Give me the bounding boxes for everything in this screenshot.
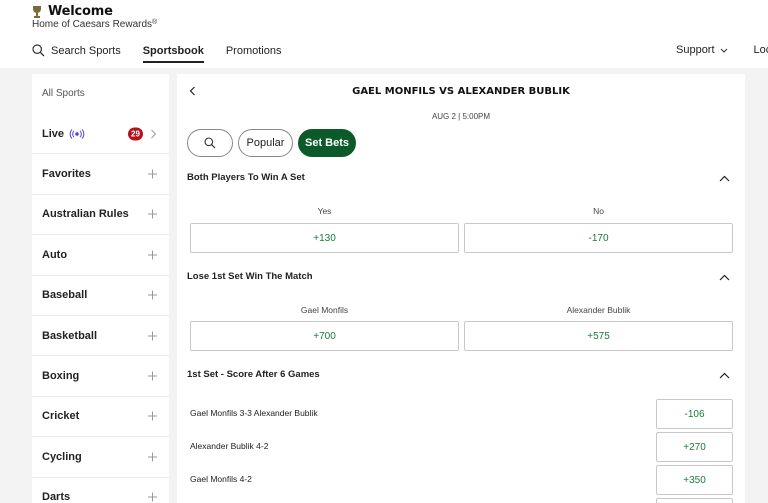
sidebar-item-australian-rules[interactable]: Australian Rules	[32, 195, 169, 236]
nav-search-sports[interactable]: Search Sports	[32, 44, 121, 60]
col-label-no: No	[593, 206, 604, 216]
score-row-label: Alexander Bublik 4-2	[190, 441, 269, 451]
sidebar-item-label: Auto	[42, 248, 68, 261]
trophy-icon	[33, 5, 41, 18]
market-title-first-set-score[interactable]: 1st Set - Score After 6 Games	[187, 369, 320, 380]
nav-promotions[interactable]: Promotions	[226, 45, 282, 60]
score-odds-button[interactable]: +350	[656, 465, 733, 495]
plus-icon	[148, 331, 157, 341]
match-title: GAEL MONFILS VS ALEXANDER BUBLIK	[352, 86, 570, 97]
col-label-yes: Yes	[317, 206, 332, 216]
chevron-up-icon[interactable]	[719, 274, 730, 281]
plus-icon	[148, 371, 157, 381]
search-icon	[32, 44, 45, 57]
score-odds-button-partial[interactable]	[656, 498, 733, 503]
sidebar-item-auto[interactable]: Auto	[32, 235, 169, 276]
plus-icon	[148, 250, 157, 260]
nav-sportsbook[interactable]: Sportsbook	[142, 45, 204, 63]
sidebar-item-label: Favorites	[42, 168, 91, 181]
plus-icon	[148, 169, 157, 179]
market-title-both-win-set[interactable]: Both Players To Win A Set	[187, 172, 305, 183]
odds-button-no[interactable]: -170	[464, 223, 733, 253]
brand-subtitle: Home of Caesars Rewards®	[32, 19, 157, 30]
sidebar-item-favorites[interactable]: Favorites	[32, 154, 169, 195]
search-icon	[204, 137, 216, 149]
match-date: AUG 2 | 5:00PM	[431, 112, 491, 121]
chip-popular[interactable]: Popular	[238, 129, 293, 157]
plus-icon	[148, 209, 157, 219]
brand-title: Welcome	[48, 4, 113, 19]
sidebar-item-label: Boxing	[42, 370, 80, 383]
event-panel: GAEL MONFILS VS ALEXANDER BUBLIK AUG 2 |…	[177, 74, 745, 503]
chip-set-bets[interactable]: Set Bets	[298, 129, 356, 157]
brand-subtitle-text: Home of Caesars Rewards	[32, 19, 153, 30]
score-odds-button[interactable]: -106	[656, 399, 733, 429]
sidebar-item-label: Australian Rules	[42, 208, 129, 221]
nav-support[interactable]: Support	[676, 44, 728, 56]
market-title-lose-first-win-match[interactable]: Lose 1st Set Win The Match	[187, 271, 313, 282]
sidebar-live-label: Live	[42, 127, 65, 140]
all-sports-label[interactable]: All Sports	[32, 74, 169, 114]
plus-icon	[148, 452, 157, 462]
brand-logo[interactable]: Welcome Home of Caesars Rewards®	[32, 4, 157, 30]
sidebar-item-label: Basketball	[42, 329, 98, 342]
sidebar-item-baseball[interactable]: Baseball	[32, 276, 169, 316]
nav-support-label: Support	[676, 44, 715, 56]
live-broadcast-icon	[69, 128, 85, 139]
market-filter-chips: Popular Set Bets	[187, 129, 356, 157]
col-label-bublik: Alexander Bublik	[566, 305, 631, 315]
nav-location[interactable]: Locatio	[754, 44, 768, 56]
top-header: Welcome Home of Caesars Rewards® Search …	[0, 0, 768, 68]
sidebar-item-cycling[interactable]: Cycling	[32, 437, 169, 478]
sidebar-item-boxing[interactable]: Boxing	[32, 356, 169, 397]
chevron-down-icon	[720, 48, 727, 53]
plus-icon	[148, 290, 157, 300]
chevron-right-icon	[151, 129, 157, 139]
odds-button-monfils[interactable]: +700	[190, 321, 459, 351]
plus-icon	[148, 411, 157, 421]
chevron-up-icon[interactable]	[719, 175, 730, 182]
sidebar-item-label: Cycling	[42, 450, 82, 463]
chevron-up-icon[interactable]	[719, 372, 730, 379]
sidebar-item-label: Darts	[42, 491, 71, 503]
sidebar-item-cricket[interactable]: Cricket	[32, 397, 169, 438]
sports-sidebar: All Sports Live 29 Favorites Australian …	[32, 74, 169, 503]
score-row-label: Gael Monfils 3-3 Alexander Bublik	[190, 408, 318, 418]
main-nav: Search Sports Sportsbook Promotions	[32, 44, 303, 63]
sidebar-item-label: Baseball	[42, 289, 88, 302]
market-search-button[interactable]	[187, 129, 233, 157]
odds-button-yes[interactable]: +130	[190, 223, 459, 253]
nav-search-label: Search Sports	[51, 44, 121, 57]
score-odds-button[interactable]: +270	[656, 432, 733, 462]
live-count-badge: 29	[128, 127, 143, 141]
plus-icon	[148, 492, 157, 502]
score-row-label: Gael Monfils 4-2	[190, 474, 252, 484]
registered-mark: ®	[152, 19, 158, 26]
sidebar-item-live[interactable]: Live 29	[32, 114, 169, 155]
sidebar-item-darts[interactable]: Darts	[32, 478, 169, 503]
right-nav: Support Locatio	[676, 44, 768, 56]
sidebar-item-label: Cricket	[42, 410, 80, 423]
sidebar-item-basketball[interactable]: Basketball	[32, 316, 169, 357]
col-label-monfils: Gael Monfils	[300, 305, 349, 315]
odds-button-bublik[interactable]: +575	[464, 321, 733, 351]
